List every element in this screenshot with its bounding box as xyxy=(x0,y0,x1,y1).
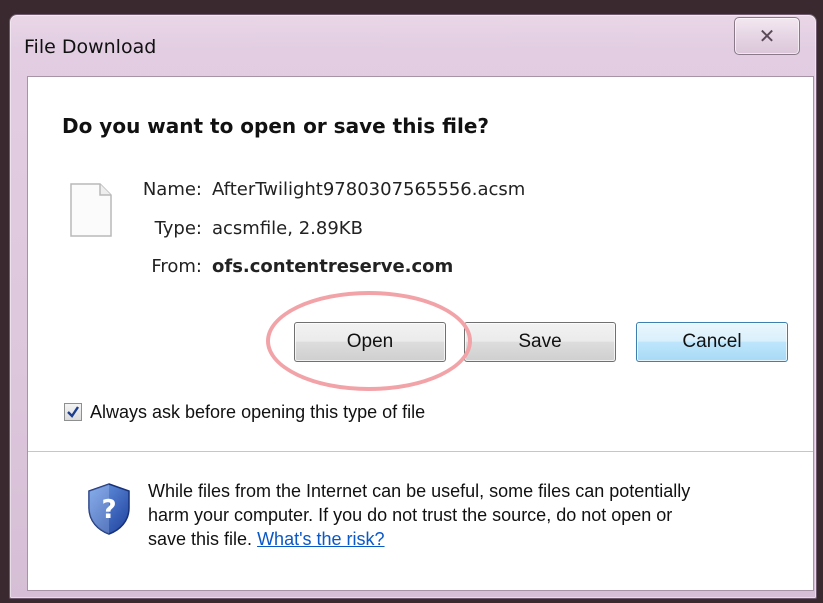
section-divider xyxy=(28,451,813,452)
save-button[interactable]: Save xyxy=(464,322,616,362)
security-shield-question-icon: ? xyxy=(88,483,130,535)
file-type-value: acsmfile, 2.89KB xyxy=(212,218,363,239)
whats-the-risk-link[interactable]: What's the risk? xyxy=(257,529,384,549)
file-from-value: ofs.contentreserve.com xyxy=(212,256,454,277)
dialog-body: Do you want to open or save this file? N… xyxy=(27,76,814,591)
file-name-value: AfterTwilight9780307565556.acsm xyxy=(212,179,526,200)
file-from-label: From: xyxy=(151,256,202,277)
file-name-label: Name: xyxy=(142,179,202,200)
cancel-button[interactable]: Cancel xyxy=(636,322,788,362)
security-warning-text: While files from the Internet can be use… xyxy=(148,479,798,551)
warning-line-3-text: save this file. xyxy=(148,529,253,549)
always-ask-label[interactable]: Always ask before opening this type of f… xyxy=(90,402,425,423)
svg-text:?: ? xyxy=(101,495,116,525)
dialog-question: Do you want to open or save this file? xyxy=(62,114,490,138)
close-icon: ✕ xyxy=(758,24,776,48)
blank-document-icon xyxy=(70,183,112,237)
warning-line-3: save this file. What's the risk? xyxy=(148,527,798,551)
checkmark-icon xyxy=(67,406,79,418)
close-button[interactable]: ✕ xyxy=(734,17,800,55)
always-ask-checkbox[interactable] xyxy=(64,403,82,421)
window-title: File Download xyxy=(24,36,157,58)
open-button[interactable]: Open xyxy=(294,322,446,362)
file-type-label: Type: xyxy=(154,218,202,239)
warning-line-2: harm your computer. If you do not trust … xyxy=(148,505,673,525)
warning-line-1: While files from the Internet can be use… xyxy=(148,481,691,501)
